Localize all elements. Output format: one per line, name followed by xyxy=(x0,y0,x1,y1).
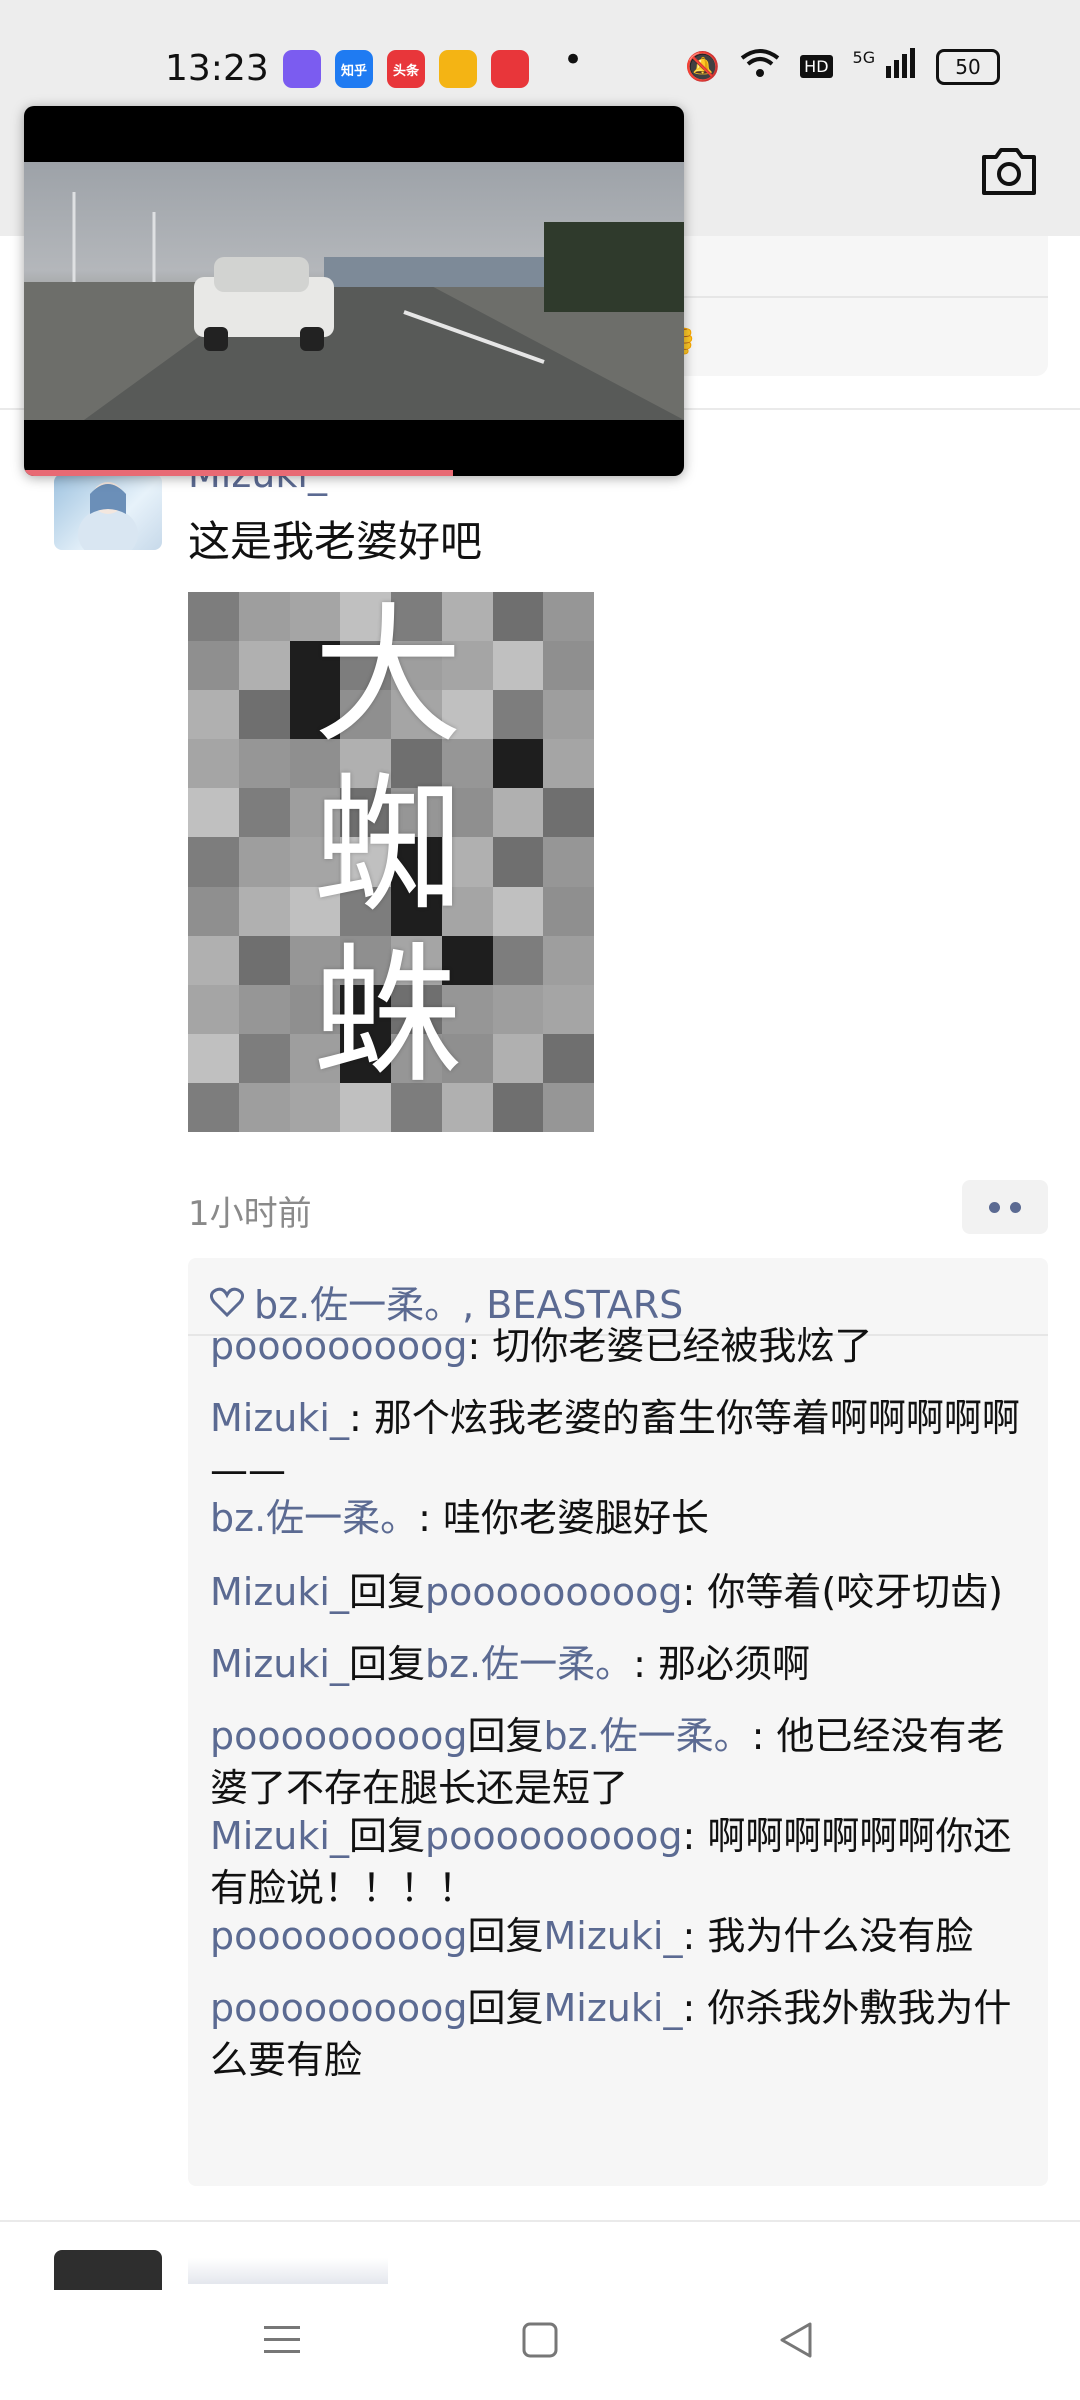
floating-video-player[interactable] xyxy=(24,106,684,476)
comments-box: bz.佐一柔。, BEASTARS pooooooooog: 切你老婆已经被我炫… xyxy=(188,1258,1048,2186)
toutiao-icon: 头条 xyxy=(387,50,425,88)
reply-word: 回复 xyxy=(467,1914,544,1958)
menu-nav-button[interactable] xyxy=(252,2310,312,2370)
comment-author[interactable]: Mizuki_ xyxy=(210,1642,349,1686)
wifi-icon xyxy=(740,48,780,85)
reply-word: 回复 xyxy=(467,1714,544,1758)
video-frame xyxy=(24,162,684,420)
reply-word: 回复 xyxy=(348,1570,425,1614)
post-text: 这是我老婆好吧 xyxy=(188,517,483,566)
comment-item[interactable]: pooooooooog回复Mizuki_: 我为什么没有脸 xyxy=(210,1910,1030,1962)
comment-text: : 那必须啊 xyxy=(633,1642,810,1686)
comment-author[interactable]: pooooooooog xyxy=(210,1986,467,2030)
reply-target[interactable]: Mizuki_ xyxy=(544,1986,683,2030)
battery-indicator: 50 xyxy=(936,48,1000,85)
comment-item[interactable]: bz.佐一柔。: 哇你老婆腿好长 xyxy=(210,1492,1030,1544)
back-icon xyxy=(780,2322,812,2358)
post-image[interactable]: 大 蜘 蛛 xyxy=(188,592,594,1132)
reply-word: 回复 xyxy=(348,1814,425,1858)
weibo-icon xyxy=(439,50,477,88)
image-char-2: 蜘 xyxy=(312,760,463,934)
reply-target[interactable]: pooooooooog xyxy=(425,1814,682,1858)
comment-author[interactable]: bz.佐一柔。 xyxy=(210,1496,418,1540)
status-time: 13:23 xyxy=(165,48,269,89)
video-progress-bar[interactable] xyxy=(24,470,453,476)
home-icon xyxy=(522,2322,558,2358)
home-nav-button[interactable] xyxy=(510,2310,570,2370)
comment-item[interactable]: Mizuki_: 那个炫我老婆的畜生你等着啊啊啊啊啊—— xyxy=(210,1392,1030,1496)
reply-target[interactable]: bz.佐一柔。 xyxy=(425,1642,633,1686)
camera-icon xyxy=(982,148,1036,195)
next-post-author[interactable] xyxy=(188,2258,388,2284)
comment-text: : 我为什么没有脸 xyxy=(682,1914,974,1958)
back-nav-button[interactable] xyxy=(766,2310,826,2370)
comment-author[interactable]: pooooooooog xyxy=(210,1324,467,1368)
camera-button[interactable] xyxy=(978,145,1040,197)
comment-text: : 切你老婆已经被我炫了 xyxy=(467,1324,873,1368)
dot-icon xyxy=(1010,1201,1021,1213)
comment-item[interactable]: Mizuki_回复bz.佐一柔。: 那必须啊 xyxy=(210,1638,1030,1690)
notification-icons: 知乎 头条 xyxy=(283,50,529,88)
next-post-avatar[interactable] xyxy=(54,2250,162,2290)
comment-author[interactable]: pooooooooog xyxy=(210,1914,467,1958)
hd-icon: HD xyxy=(800,55,833,78)
comment-item[interactable]: pooooooooog: 切你老婆已经被我炫了 xyxy=(210,1320,1030,1372)
more-notifications-dot: • xyxy=(563,40,584,80)
signal-icon: 5G xyxy=(853,48,916,85)
comment-item[interactable]: Mizuki_回复pooooooooog: 啊啊啊啊啊啊你还有脸说！！！！ xyxy=(210,1810,1030,1914)
video-app-icon xyxy=(491,50,529,88)
comment-author[interactable]: Mizuki_ xyxy=(210,1814,349,1858)
zhihu-icon: 知乎 xyxy=(335,50,373,88)
system-nav-bar xyxy=(0,2290,1080,2400)
comment-author[interactable]: pooooooooog xyxy=(210,1714,467,1758)
comment-item[interactable]: pooooooooog回复bz.佐一柔。: 他已经没有老婆了不存在腿长还是短了 xyxy=(210,1710,1030,1814)
comment-author[interactable]: Mizuki_ xyxy=(210,1396,349,1440)
reply-target[interactable]: bz.佐一柔。 xyxy=(544,1714,752,1758)
reply-target[interactable]: Mizuki_ xyxy=(544,1914,683,1958)
dot-icon xyxy=(989,1201,1000,1213)
app-icon-1 xyxy=(283,50,321,88)
menu-icon xyxy=(264,2326,300,2353)
heart-icon xyxy=(210,1287,244,1317)
post-time: 1小时前 xyxy=(188,1194,312,1234)
reply-word: 回复 xyxy=(467,1986,544,2030)
comment-item[interactable]: pooooooooog回复Mizuki_: 你杀我外敷我为什么要有脸 xyxy=(210,1982,1030,2086)
mute-icon: 🔕 xyxy=(685,50,721,83)
reply-word: 回复 xyxy=(348,1642,425,1686)
comment-text: : 哇你老婆腿好长 xyxy=(418,1496,710,1540)
post-divider xyxy=(0,2220,1080,2222)
comment-item[interactable]: Mizuki_回复pooooooooog: 你等着(咬牙切齿) xyxy=(210,1566,1030,1618)
image-char-1: 大 xyxy=(312,592,463,764)
comment-author[interactable]: Mizuki_ xyxy=(210,1570,349,1614)
status-indicators: 🔕 HD 5G 50 xyxy=(685,48,1000,85)
image-char-3: 蛛 xyxy=(312,930,463,1104)
reply-target[interactable]: pooooooooog xyxy=(425,1570,682,1614)
more-options-button[interactable] xyxy=(962,1180,1048,1234)
avatar[interactable] xyxy=(54,474,162,550)
comment-text: : 你等着(咬牙切齿) xyxy=(682,1570,1003,1614)
